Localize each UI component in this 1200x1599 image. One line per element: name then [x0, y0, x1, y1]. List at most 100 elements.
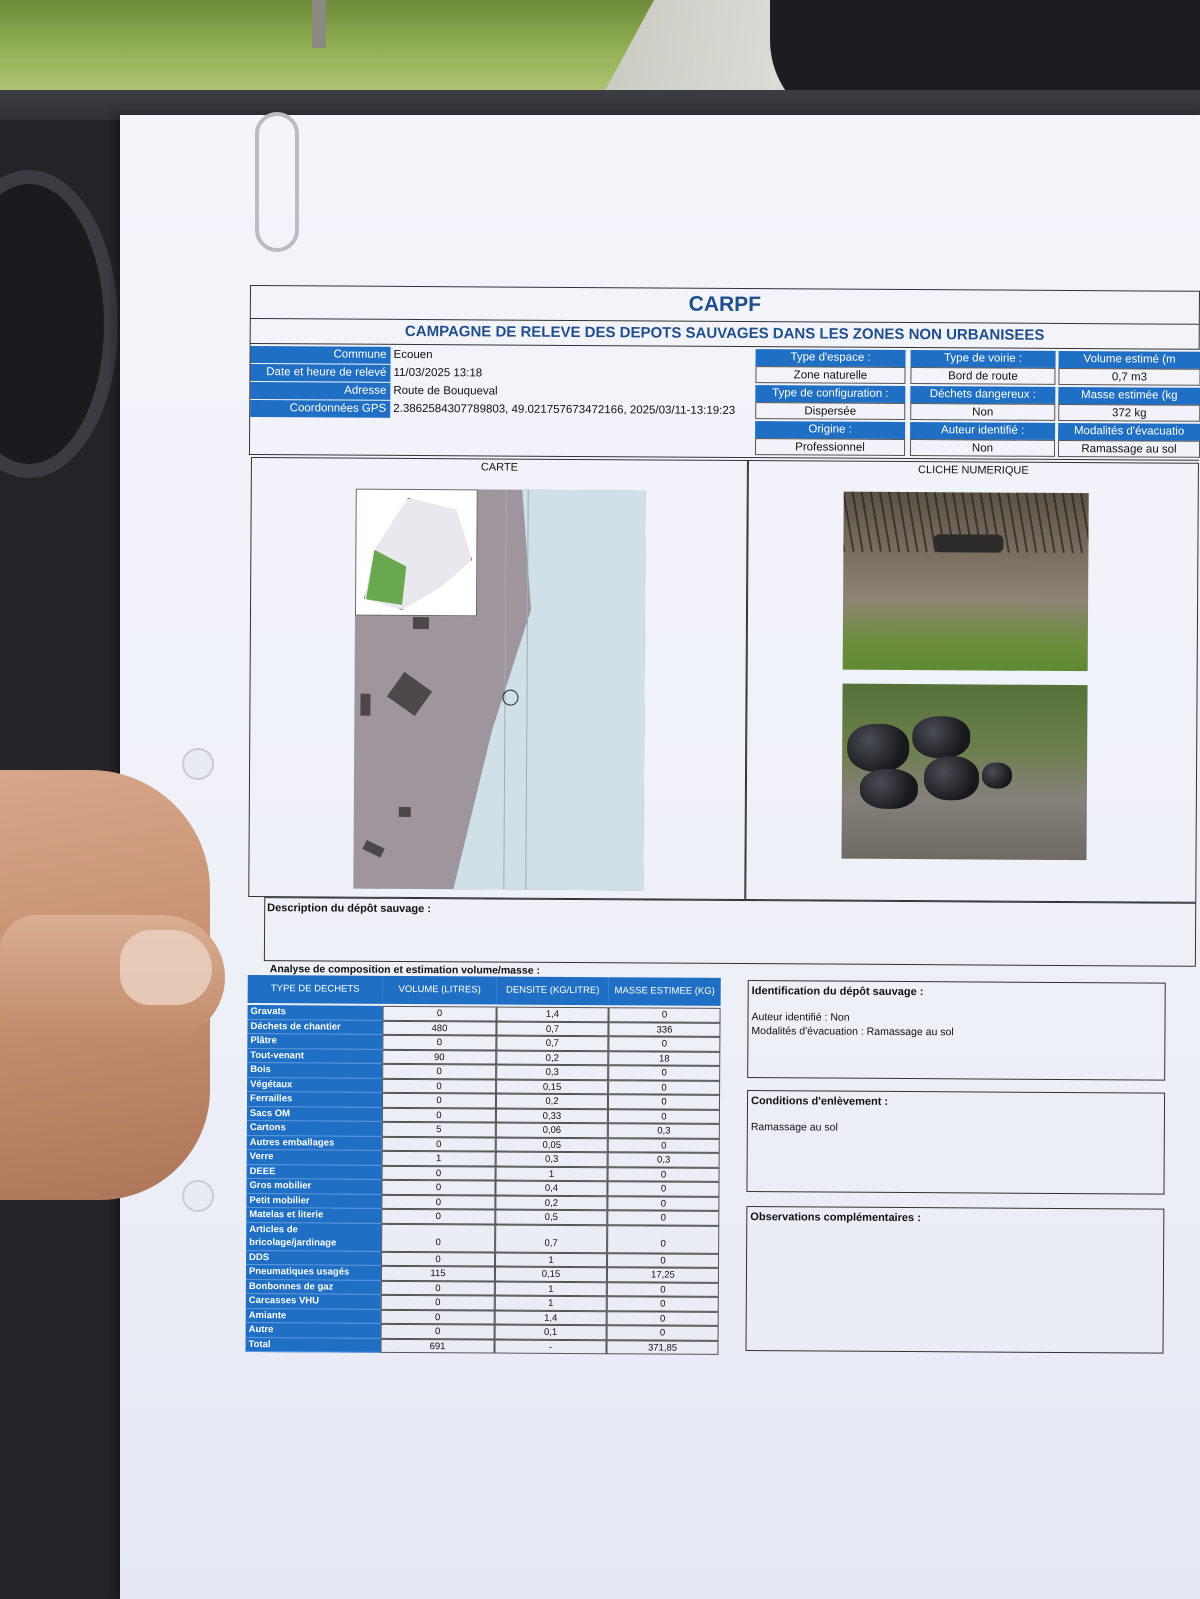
- composition-value-cell: 0: [608, 1007, 721, 1023]
- masse-label: Masse estimée (kg: [1058, 386, 1200, 405]
- composition-value-cell: 0: [381, 1092, 497, 1109]
- map-location-marker-icon: [502, 689, 519, 706]
- composition-value-cell: 0: [381, 1208, 496, 1225]
- map-section-title: CARTE: [480, 461, 518, 474]
- composition-value-cell: 0: [607, 1252, 720, 1268]
- composition-value-cell: 0: [607, 1181, 720, 1197]
- composition-value-cell: 1: [494, 1281, 607, 1297]
- description-section: Description du dépôt sauvage :: [263, 897, 1197, 967]
- composition-value-cell: 0,3: [496, 1064, 609, 1080]
- composition-value-cell: 0,2: [495, 1195, 608, 1211]
- identification-modalites: Modalités d'évacuation : Ramassage au so…: [751, 1025, 954, 1039]
- composition-value-cell: 0: [380, 1280, 495, 1296]
- composition-value-cell: 0,5: [495, 1209, 608, 1225]
- composition-value-cell: 0,15: [494, 1266, 608, 1282]
- map-building: [386, 671, 433, 717]
- composition-type-cell: DDS: [246, 1250, 382, 1266]
- composition-value-cell: 371,85: [606, 1339, 719, 1355]
- composition-value-cell: 0: [606, 1310, 719, 1326]
- map-open-area: [453, 489, 645, 890]
- composition-value-cell: 0,3: [495, 1151, 608, 1167]
- punch-hole: [182, 1180, 214, 1212]
- composition-value-cell: 0: [382, 1063, 497, 1080]
- composition-value-cell: 1: [495, 1252, 608, 1268]
- composition-value-cell: 0: [608, 1036, 721, 1052]
- photo-tyre: [933, 534, 1004, 553]
- composition-value-cell: 1: [381, 1150, 496, 1167]
- info-block: Commune Ecouen Date et heure de relevé 1…: [248, 343, 1200, 461]
- composition-type-cell: Tout-venant: [247, 1048, 383, 1064]
- composition-value-cell: 0: [606, 1281, 719, 1297]
- composition-value-cell: 0: [381, 1136, 496, 1152]
- composition-type-cell: Ferrailles: [246, 1091, 383, 1108]
- modalites-value: Ramassage au sol: [1057, 439, 1200, 458]
- type-voirie-value: Bord de route: [910, 367, 1056, 385]
- composition-value-cell: 115: [380, 1265, 496, 1282]
- composition-value-cell: 0: [382, 1078, 497, 1094]
- composition-type-cell: Petit mobilier: [246, 1193, 382, 1209]
- paperclip-icon: [255, 112, 299, 252]
- composition-type-cell: Végétaux: [247, 1077, 383, 1093]
- origine-value: Professionnel: [754, 438, 906, 457]
- composition-value-cell: 480: [382, 1020, 497, 1036]
- conditions-box: Conditions d'enlèvement : Ramassage au s…: [746, 1090, 1166, 1195]
- composition-value-cell: 0: [608, 1079, 721, 1095]
- composition-value-cell: 0: [607, 1137, 720, 1153]
- composition-value-cell: 0: [381, 1165, 496, 1181]
- composition-value-cell: 18: [608, 1050, 721, 1066]
- gps-label: Coordonnées GPS: [250, 400, 391, 418]
- composition-type-cell: Carcasses VHU: [245, 1293, 381, 1310]
- composition-type-cell: Plâtre: [247, 1033, 383, 1050]
- composition-value-cell: 17,25: [606, 1267, 720, 1283]
- masse-value: 372 kg: [1058, 403, 1200, 422]
- photo-bag: [912, 716, 971, 759]
- composition-value-cell: -: [494, 1339, 607, 1355]
- composition-type-cell: Gros mobilier: [246, 1178, 382, 1195]
- origine-label: Origine :: [755, 421, 906, 440]
- type-voirie-label: Type de voirie :: [910, 350, 1056, 368]
- composition-value-cell: 0: [608, 1065, 721, 1081]
- composition-type-cell: Autres emballages: [246, 1135, 382, 1151]
- composition-value-cell: 0: [381, 1194, 496, 1210]
- commune-label: Commune: [250, 346, 391, 364]
- composition-value-cell: 0: [607, 1166, 720, 1182]
- composition-value-cell: 336: [608, 1021, 721, 1037]
- auteur-label: Auteur identifié :: [910, 422, 1056, 440]
- composition-value-cell: 0,15: [496, 1079, 609, 1095]
- composition-value-cell: 0,2: [495, 1093, 609, 1109]
- composition-value-cell: 691: [380, 1338, 495, 1354]
- dangereux-label: Déchets dangereux :: [910, 386, 1056, 404]
- composition-header: TYPE DE DECHETS: [247, 974, 383, 1004]
- composition-value-cell: 0: [607, 1224, 720, 1254]
- thumbnail: [120, 930, 212, 1005]
- composition-type-cell: Cartons: [246, 1120, 382, 1137]
- volume-label: Volume estimé (m: [1058, 350, 1200, 369]
- gps-value: 2.3862584307789803, 49.021757673472166, …: [393, 402, 736, 417]
- auteur-value: Non: [909, 439, 1056, 457]
- composition-type-cell: Amiante: [245, 1308, 381, 1324]
- description-title: Description du dépôt sauvage :: [267, 902, 432, 916]
- photo-section-title: CLICHE NUMERIQUE: [918, 464, 1029, 477]
- composition-value-cell: 0,3: [607, 1152, 720, 1168]
- composition-value-cell: 0: [607, 1195, 720, 1211]
- composition-header: VOLUME (LITRES): [382, 975, 497, 1005]
- adresse-value: Route de Bouqueval: [393, 384, 498, 398]
- composition-value-cell: 0,1: [494, 1324, 607, 1340]
- photo-section: CLICHE NUMERIQUE: [745, 460, 1199, 903]
- composition-value-cell: 1: [495, 1166, 608, 1182]
- map-building: [398, 806, 411, 817]
- config-value: Dispersée: [755, 402, 906, 421]
- dangereux-value: Non: [910, 403, 1056, 421]
- type-espace-label: Type d'espace :: [755, 349, 906, 368]
- composition-value-cell: 0,33: [495, 1108, 608, 1124]
- report-form: CARPF CAMPAGNE DE RELEVE DES DEPOTS SAUV…: [245, 285, 1200, 1355]
- identification-title: Identification du dépôt sauvage :: [751, 985, 924, 999]
- report-title: CARPF: [249, 285, 1200, 325]
- composition-value-cell: 0: [382, 1034, 497, 1051]
- composition-type-cell: Déchets de chantier: [247, 1019, 383, 1035]
- composition-value-cell: 0,7: [496, 1021, 609, 1037]
- conditions-title: Conditions d'enlèvement :: [750, 1095, 889, 1108]
- composition-type-cell: Pneumatiques usagés: [245, 1264, 382, 1281]
- composition-value-cell: 5: [381, 1121, 496, 1138]
- composition-value-cell: 0,05: [495, 1137, 608, 1153]
